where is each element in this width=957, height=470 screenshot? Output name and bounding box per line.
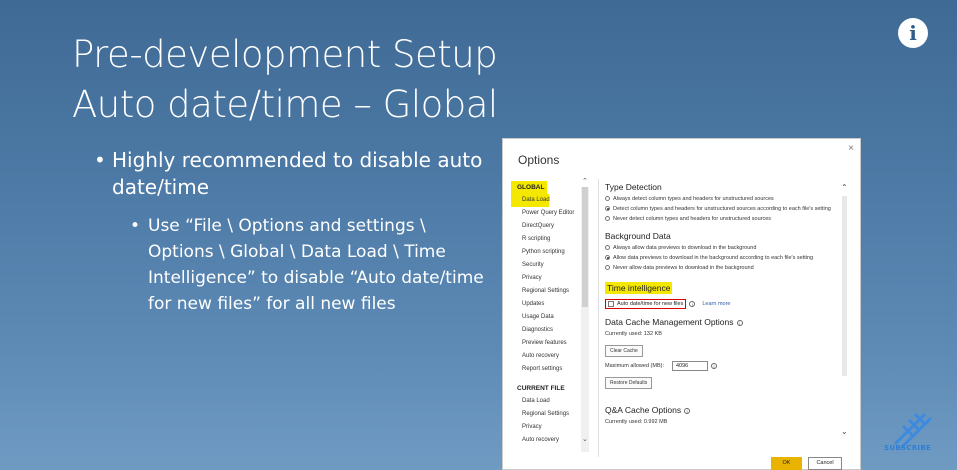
background-data-option-always[interactable]: Always allow data previews to download i… (605, 244, 840, 252)
clear-cache-button[interactable]: Clear Cache (605, 345, 643, 357)
restore-defaults-button[interactable]: Restore Defaults (605, 377, 653, 389)
radio-selected-icon[interactable] (605, 255, 610, 260)
radio-label: Always detect column types and headers f… (613, 196, 774, 202)
radio-selected-icon[interactable] (605, 206, 610, 211)
slide-title-line1: Pre-development Setup (72, 33, 498, 76)
content-scroll-up-icon[interactable]: ⌃ (841, 183, 848, 192)
slide-title: Pre-development Setup Auto date/time – G… (72, 30, 498, 130)
divider (598, 179, 599, 457)
content-scrollbar[interactable] (840, 184, 848, 444)
ok-button[interactable]: OK (771, 457, 802, 470)
data-cache-heading-text: Data Cache Management Options (605, 317, 734, 327)
content-scroll-track[interactable] (842, 196, 847, 376)
radio-icon[interactable] (605, 245, 610, 250)
max-allowed-label: Maximum allowed (MB): (605, 363, 664, 369)
type-detection-option-per-file[interactable]: Detect column types and headers for unst… (605, 205, 840, 213)
max-allowed-input[interactable]: 4096 (671, 361, 708, 371)
info-icon-small[interactable]: i (710, 363, 717, 369)
dialog-title: Options (518, 153, 560, 167)
nav-scrollbar[interactable] (581, 187, 589, 452)
nav-scroll-up-icon[interactable]: ⌃ (582, 177, 588, 185)
data-cache-heading: Data Cache Management Options i (605, 317, 840, 327)
auto-date-time-checkbox-group[interactable]: Auto date/time for new files (605, 299, 687, 309)
auto-date-time-checkbox[interactable] (608, 301, 614, 307)
radio-icon[interactable] (605, 196, 610, 201)
background-data-option-per-file[interactable]: Allow data previews to download in the b… (605, 254, 840, 262)
qa-cache-heading: Q&A Cache Options i (605, 405, 840, 415)
type-detection-option-never[interactable]: Never detect column types and headers fo… (605, 215, 840, 223)
info-icon[interactable]: i (898, 18, 928, 48)
learn-more-link[interactable]: Learn more (702, 301, 730, 307)
info-icon-small[interactable]: i (684, 407, 691, 414)
radio-label: Never detect column types and headers fo… (613, 216, 772, 222)
bullet-level2: Use “File \ Options and settings \ Optio… (130, 213, 494, 317)
background-data-heading: Background Data (605, 231, 671, 241)
time-intelligence-heading: Time intelligence (605, 282, 673, 294)
radio-icon[interactable] (605, 265, 610, 270)
cancel-button[interactable]: Cancel (808, 457, 842, 470)
close-icon[interactable]: × (848, 143, 854, 154)
radio-label: Detect column types and headers for unst… (613, 206, 831, 212)
radio-label: Always allow data previews to download i… (613, 245, 757, 251)
nav-header-global: GLOBAL (511, 181, 547, 194)
radio-icon[interactable] (605, 216, 610, 221)
radio-label: Never allow data previews to download in… (613, 265, 754, 271)
nav-scroll-thumb[interactable] (582, 187, 588, 307)
content-scroll-down-icon[interactable]: ⌄ (841, 427, 848, 436)
type-detection-heading: Type Detection (605, 182, 662, 192)
data-cache-currently-used: Currently used: 132 KB (605, 331, 662, 337)
options-dialog: Options × GLOBAL Data Load Power Query E… (502, 138, 861, 470)
auto-date-time-row: Auto date/time for new files i Learn mor… (605, 299, 840, 309)
qa-cache-heading-text: Q&A Cache Options (605, 405, 682, 415)
background-data-option-never[interactable]: Never allow data previews to download in… (605, 264, 840, 272)
auto-date-time-label[interactable]: Auto date/time for new files (617, 301, 683, 307)
bullet-level1: Highly recommended to disable auto date/… (94, 147, 494, 201)
info-icon-small[interactable]: i (689, 301, 696, 307)
bullet-list: Highly recommended to disable auto date/… (94, 147, 494, 317)
nav-item-data-load[interactable]: Data Load (511, 194, 550, 207)
nav-scroll-down-icon[interactable]: ⌄ (582, 435, 588, 443)
qa-cache-currently-used: Currently used: 0.992 MB (605, 419, 668, 425)
options-content: Type Detection Always detect column type… (605, 182, 840, 427)
max-allowed-row: Maximum allowed (MB): 4096 i (605, 361, 840, 371)
info-icon-small[interactable]: i (736, 319, 743, 326)
subscribe-label[interactable]: SUBSCRIBE (884, 444, 931, 452)
slide-title-line2: Auto date/time – Global (72, 83, 498, 126)
type-detection-option-always[interactable]: Always detect column types and headers f… (605, 195, 840, 203)
radio-label: Allow data previews to download in the b… (613, 255, 814, 261)
